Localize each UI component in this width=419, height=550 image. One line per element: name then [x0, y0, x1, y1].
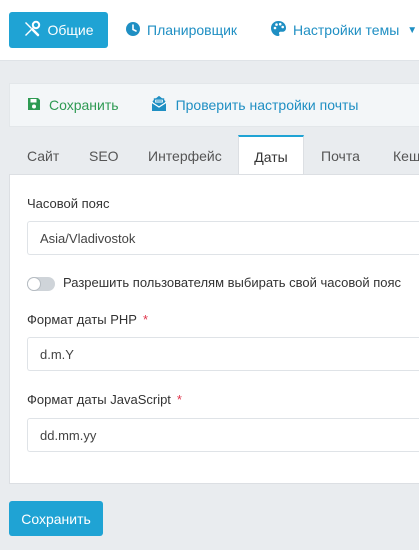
- nav-theme-dropdown[interactable]: Настройки темы ▼: [270, 12, 417, 48]
- allow-user-timezone-label: Разрешить пользователям выбирать свой ча…: [63, 275, 402, 290]
- tab-cache[interactable]: Кеш: [393, 135, 419, 175]
- js-date-format-value: dd.mm.yy: [40, 427, 97, 443]
- nav-general-label: Общие: [47, 22, 94, 38]
- nav-planner-label: Планировщик: [147, 22, 238, 38]
- top-navigation: Общие Планировщик Настройки темы ▼: [0, 0, 419, 60]
- toggle-knob: [28, 278, 40, 290]
- tab-seo[interactable]: SEO: [89, 135, 119, 175]
- save-button[interactable]: Сохранить: [9, 501, 103, 536]
- nav-theme-label: Настройки темы: [293, 22, 400, 38]
- tab-mail[interactable]: Почта: [321, 135, 360, 175]
- required-mark: *: [176, 392, 182, 407]
- check-mail-label: Проверить настройки почты: [175, 97, 359, 113]
- php-date-format-input[interactable]: d.m.Y: [27, 337, 419, 371]
- js-date-format-input[interactable]: dd.mm.yy: [27, 418, 419, 452]
- tab-dates[interactable]: Даты: [238, 135, 304, 175]
- toolbar-save-label: Сохранить: [49, 97, 119, 113]
- tab-interface[interactable]: Интерфейс: [148, 135, 222, 175]
- toolbar-save-button[interactable]: Сохранить: [27, 97, 119, 114]
- js-date-format-label: Формат даты JavaScript *: [27, 392, 182, 407]
- js-date-format-label-text: Формат даты JavaScript: [27, 392, 171, 407]
- timezone-select[interactable]: Asia/Vladivostok: [27, 221, 419, 255]
- required-mark: *: [142, 312, 149, 327]
- tools-icon: [23, 20, 41, 41]
- chevron-down-icon: ▼: [407, 24, 418, 36]
- nav-planner-link[interactable]: Планировщик: [125, 12, 237, 48]
- palette-icon: [270, 20, 287, 40]
- floppy-disk-icon: [27, 97, 41, 114]
- mail-check-icon: [150, 95, 168, 115]
- php-date-format-label-text: Формат даты PHP: [27, 312, 137, 327]
- toolbar: Сохранить Проверить настройки почты: [9, 83, 419, 127]
- dates-settings-panel: Часовой пояс Asia/Vladivostok Разрешить …: [9, 174, 419, 484]
- php-date-format-value: d.m.Y: [40, 346, 74, 362]
- allow-user-timezone-toggle[interactable]: [27, 277, 55, 291]
- tab-site[interactable]: Сайт: [27, 135, 59, 175]
- php-date-format-label: Формат даты PHP *: [27, 312, 148, 327]
- timezone-label: Часовой пояс: [27, 196, 110, 211]
- timezone-value: Asia/Vladivostok: [40, 230, 136, 246]
- settings-tabs: Сайт SEO Интерфейс Даты Почта Кеш: [9, 135, 419, 175]
- clock-icon: [125, 21, 141, 40]
- nav-general-button[interactable]: Общие: [9, 12, 108, 48]
- nav-divider: [0, 60, 419, 61]
- check-mail-settings-button[interactable]: Проверить настройки почты: [150, 95, 359, 115]
